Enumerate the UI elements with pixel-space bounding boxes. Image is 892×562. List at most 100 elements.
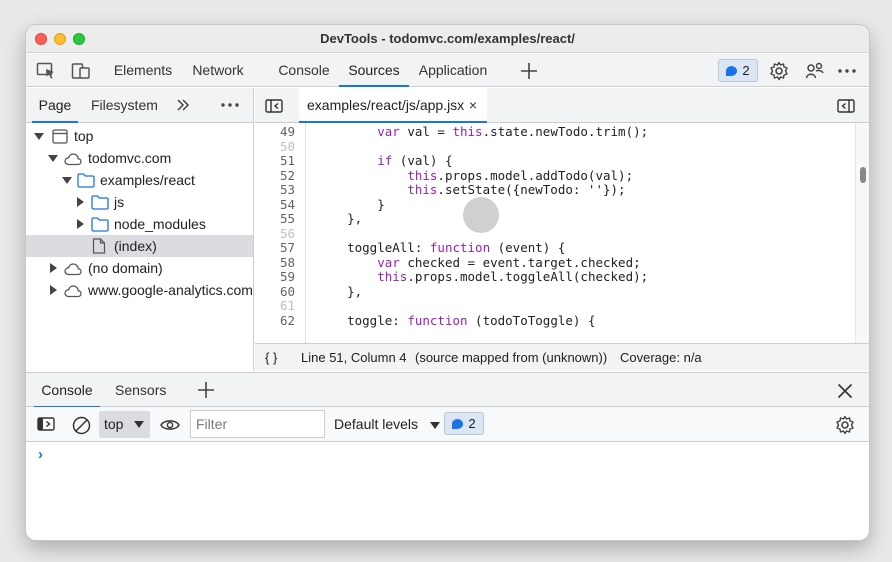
console-output[interactable]: › bbox=[26, 442, 869, 540]
vertical-scrollbar[interactable] bbox=[855, 123, 869, 353]
line-number[interactable]: 54 bbox=[255, 197, 295, 213]
dropdown-arrow-icon bbox=[429, 421, 440, 429]
line-number[interactable]: 62 bbox=[255, 313, 295, 329]
dropdown-arrow-icon bbox=[134, 421, 144, 428]
issues-bubble-icon bbox=[726, 65, 738, 76]
settings-gear-icon[interactable] bbox=[768, 60, 790, 82]
console-filter-input[interactable] bbox=[190, 410, 325, 438]
code-text: var checked = event.target.checked; bbox=[377, 254, 641, 270]
tab-network[interactable]: Network bbox=[187, 54, 249, 87]
line-number[interactable]: 55 bbox=[255, 211, 295, 227]
tree-item-no-domain[interactable]: (no domain) bbox=[26, 257, 253, 279]
console-issues-count: 2 bbox=[468, 416, 476, 431]
line-number[interactable]: 58 bbox=[255, 255, 295, 271]
tab-application[interactable]: Application bbox=[414, 54, 492, 87]
toggle-navigator-icon[interactable] bbox=[263, 97, 285, 115]
line-number[interactable]: 51 bbox=[255, 153, 295, 169]
code-area[interactable]: 49 var val = this.state.newTodo.trim(); … bbox=[255, 123, 855, 353]
title-bar: DevTools - todomvc.com/examples/react/ bbox=[26, 25, 869, 53]
code-text: this.setState({newTodo: ''}); bbox=[407, 182, 626, 197]
line-number[interactable]: 53 bbox=[255, 182, 295, 198]
coverage-info: Coverage: n/a bbox=[620, 350, 702, 365]
drawer-tab-console[interactable]: Console bbox=[34, 373, 100, 408]
device-toolbar-icon[interactable] bbox=[70, 60, 92, 82]
code-text: if (val) { bbox=[377, 153, 453, 168]
editor-tab-bar: examples/react/js/app.jsx × bbox=[255, 88, 869, 123]
tree-item-index[interactable]: (index) bbox=[26, 235, 253, 257]
code-text: }, bbox=[317, 211, 363, 226]
tree-label: node_modules bbox=[114, 216, 206, 232]
add-drawer-tab-icon[interactable] bbox=[196, 380, 216, 400]
file-tab-app-jsx[interactable]: examples/react/js/app.jsx × bbox=[299, 88, 487, 123]
line-number[interactable]: 52 bbox=[255, 168, 295, 184]
tree-item-google-analytics[interactable]: www.google-analytics.com bbox=[26, 279, 253, 301]
code-text: this.props.model.addTodo(val); bbox=[407, 167, 634, 183]
tree-item-js[interactable]: js bbox=[26, 191, 253, 213]
add-tab-icon[interactable] bbox=[518, 60, 540, 82]
editor-status-bar: { } Line 51, Column 4 (source mapped fro… bbox=[255, 343, 869, 371]
line-number[interactable]: 50 bbox=[255, 139, 295, 155]
log-levels-label: Default levels bbox=[334, 416, 419, 432]
tree-item-examples-react[interactable]: examples/react bbox=[26, 169, 253, 191]
clear-console-icon[interactable] bbox=[70, 414, 92, 436]
line-number[interactable]: 56 bbox=[255, 226, 295, 242]
code-text: this.props.model.toggleAll(checked); bbox=[377, 269, 649, 284]
window-title: DevTools - todomvc.com/examples/react/ bbox=[320, 31, 575, 46]
line-number[interactable]: 61 bbox=[255, 298, 295, 314]
code-text: }, bbox=[317, 283, 363, 299]
tree-item-todomvc[interactable]: todomvc.com bbox=[26, 147, 253, 169]
navigator-menu-icon[interactable] bbox=[219, 96, 241, 114]
code-text: toggleAll: function (event) { bbox=[317, 240, 566, 255]
context-selector[interactable]: top bbox=[99, 411, 150, 438]
tab-sources[interactable]: Sources bbox=[339, 54, 409, 87]
tree-label: (no domain) bbox=[88, 260, 163, 276]
collapse-arrow-icon[interactable] bbox=[77, 197, 84, 207]
code-text: var val = this.state.newTodo.trim(); bbox=[377, 124, 649, 139]
tree-label: todomvc.com bbox=[88, 150, 172, 166]
mouse-cursor-highlight bbox=[463, 197, 499, 233]
tree-label: www.google-analytics.com bbox=[88, 282, 253, 298]
issues-bubble-icon bbox=[452, 418, 464, 429]
collapse-arrow-icon[interactable] bbox=[50, 263, 57, 273]
tree-label: top bbox=[74, 128, 94, 144]
close-drawer-icon[interactable] bbox=[835, 381, 855, 401]
navigator-sidebar: Page Filesystem top todomvc.com examples… bbox=[26, 88, 254, 371]
pretty-print-button[interactable]: { } bbox=[265, 344, 277, 372]
expand-arrow-icon[interactable] bbox=[62, 177, 72, 184]
console-issues-badge[interactable]: 2 bbox=[444, 412, 484, 435]
show-console-sidebar-icon[interactable] bbox=[35, 415, 57, 433]
tab-page[interactable]: Page bbox=[32, 88, 78, 123]
tab-console[interactable]: Console bbox=[274, 54, 334, 87]
inspect-element-icon[interactable] bbox=[35, 60, 57, 82]
vertical-scrollbar-thumb[interactable] bbox=[860, 167, 866, 183]
collapse-arrow-icon[interactable] bbox=[77, 219, 84, 229]
tree-label: js bbox=[114, 194, 125, 210]
main-tab-bar: Elements Network Console Sources Applica… bbox=[26, 54, 869, 87]
line-number[interactable]: 57 bbox=[255, 240, 295, 256]
more-tabs-chevron-icon[interactable] bbox=[174, 96, 192, 114]
line-number[interactable]: 59 bbox=[255, 269, 295, 285]
toggle-debugger-icon[interactable] bbox=[835, 97, 857, 115]
tree-label: (index) bbox=[114, 238, 157, 254]
tab-filesystem[interactable]: Filesystem bbox=[91, 88, 158, 123]
line-number[interactable]: 49 bbox=[255, 124, 295, 140]
tree-item-top[interactable]: top bbox=[26, 125, 253, 147]
live-expression-eye-icon[interactable] bbox=[159, 415, 181, 435]
close-tab-icon[interactable]: × bbox=[469, 88, 477, 123]
collapse-arrow-icon[interactable] bbox=[50, 285, 57, 295]
expand-arrow-icon[interactable] bbox=[34, 133, 44, 140]
customize-icon[interactable] bbox=[804, 60, 826, 82]
tree-item-node-modules[interactable]: node_modules bbox=[26, 213, 253, 235]
log-levels-dropdown[interactable]: Default levels bbox=[334, 407, 440, 442]
navigator-tabs: Page Filesystem bbox=[26, 88, 253, 123]
tree-label: examples/react bbox=[100, 172, 195, 188]
line-number[interactable]: 60 bbox=[255, 284, 295, 300]
expand-arrow-icon[interactable] bbox=[48, 155, 58, 162]
more-options-icon[interactable] bbox=[836, 60, 858, 82]
source-editor: examples/react/js/app.jsx × 49 var val =… bbox=[255, 88, 869, 371]
drawer-tab-sensors[interactable]: Sensors bbox=[115, 373, 166, 408]
tab-elements[interactable]: Elements bbox=[111, 54, 175, 87]
console-settings-gear-icon[interactable] bbox=[834, 414, 856, 436]
issues-badge[interactable]: 2 bbox=[718, 59, 758, 82]
devtools-window: DevTools - todomvc.com/examples/react/ E… bbox=[26, 25, 869, 540]
